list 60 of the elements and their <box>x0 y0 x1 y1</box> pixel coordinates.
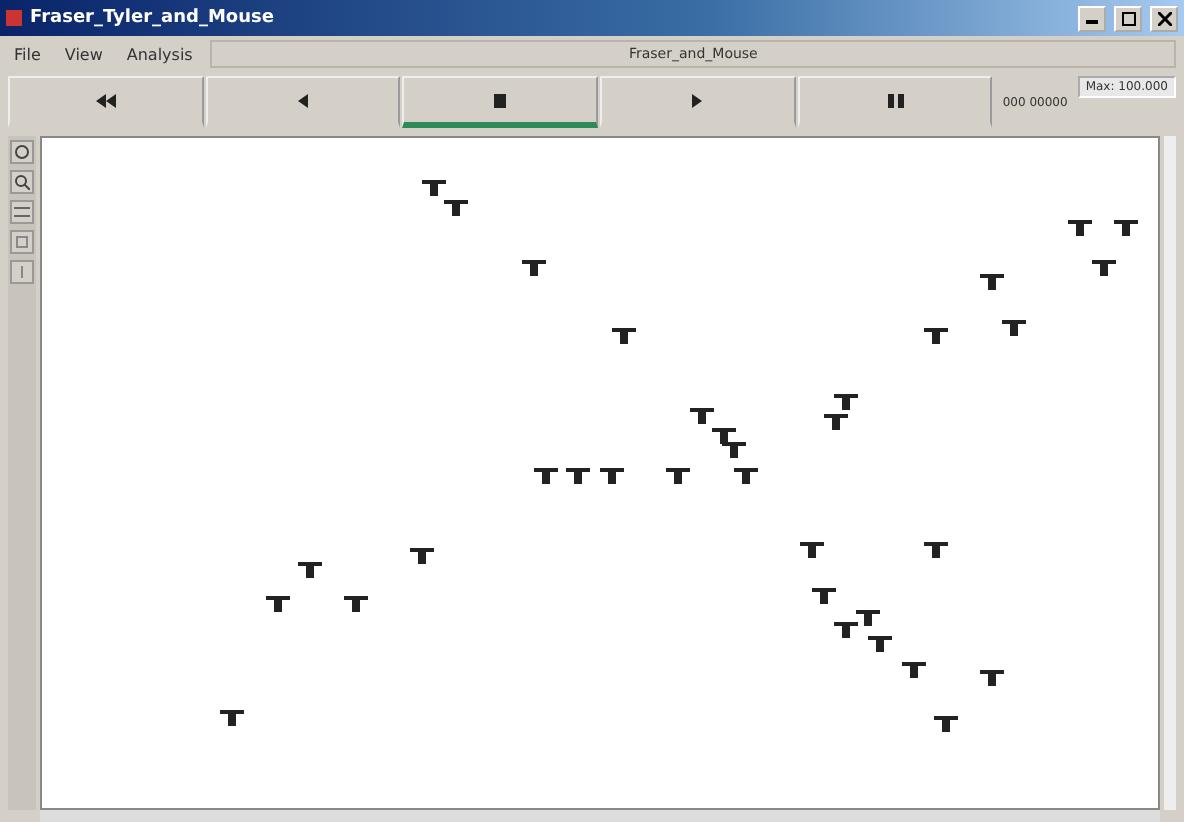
node-icon <box>443 198 468 219</box>
close-icon <box>1157 11 1171 25</box>
stop-icon <box>494 93 507 107</box>
node-icon <box>1113 218 1138 239</box>
rewind-button[interactable] <box>8 76 204 128</box>
menu-item[interactable]: Analysis <box>120 45 199 63</box>
node-icon <box>533 466 558 487</box>
pin-icon <box>18 266 26 278</box>
node-icon <box>711 426 736 447</box>
node-icon <box>800 540 825 560</box>
node-icon <box>1001 318 1026 339</box>
close-button[interactable] <box>1150 5 1178 31</box>
node-icon <box>934 714 959 735</box>
vertical-scrollbar[interactable] <box>1164 136 1176 810</box>
node-icon <box>867 633 892 654</box>
node-icon <box>566 466 591 487</box>
rewind-icon <box>95 93 116 107</box>
node-icon <box>410 546 435 567</box>
minimize-button[interactable] <box>1078 5 1106 31</box>
node-icon <box>856 607 881 627</box>
node-icon <box>1068 218 1093 239</box>
node-icon <box>298 560 323 581</box>
node-icon <box>812 586 837 607</box>
node-icon <box>1091 258 1116 279</box>
node-icon <box>521 258 546 279</box>
node-icon <box>923 325 948 346</box>
node-icon <box>265 593 290 614</box>
node-icon <box>823 412 848 433</box>
tool-button[interactable] <box>10 200 34 224</box>
node-icon <box>733 466 758 487</box>
play-icon <box>692 93 703 107</box>
grid-icon <box>14 204 30 220</box>
forward-button[interactable] <box>797 76 993 128</box>
window-title: Fraser_Tyler_and_Mouse <box>30 8 276 28</box>
node-icon <box>834 392 859 413</box>
node-icon <box>901 660 926 681</box>
horizontal-scrollbar[interactable] <box>40 810 1160 822</box>
node-icon <box>834 620 859 641</box>
menu-item[interactable]: File <box>8 45 47 63</box>
back-icon <box>298 93 308 107</box>
node-icon <box>979 272 1004 292</box>
maximize-icon <box>1121 11 1135 25</box>
tool-button[interactable] <box>10 140 34 164</box>
stop-button[interactable] <box>402 76 599 128</box>
menu-item[interactable]: View <box>58 45 109 63</box>
node-icon <box>722 439 747 460</box>
tool-button[interactable] <box>10 170 34 194</box>
node-icon <box>666 466 691 487</box>
node-icon <box>979 667 1004 688</box>
node-icon <box>343 593 368 614</box>
node-icon <box>611 325 636 346</box>
node-icon <box>689 406 714 426</box>
node-icon <box>220 707 245 728</box>
node-icon <box>421 178 446 199</box>
magnifier-icon <box>14 174 30 190</box>
node-icon <box>600 466 624 487</box>
maximize-button[interactable] <box>1114 5 1142 31</box>
square-icon <box>16 236 28 248</box>
app-icon <box>6 10 22 26</box>
node-icon <box>923 540 948 560</box>
